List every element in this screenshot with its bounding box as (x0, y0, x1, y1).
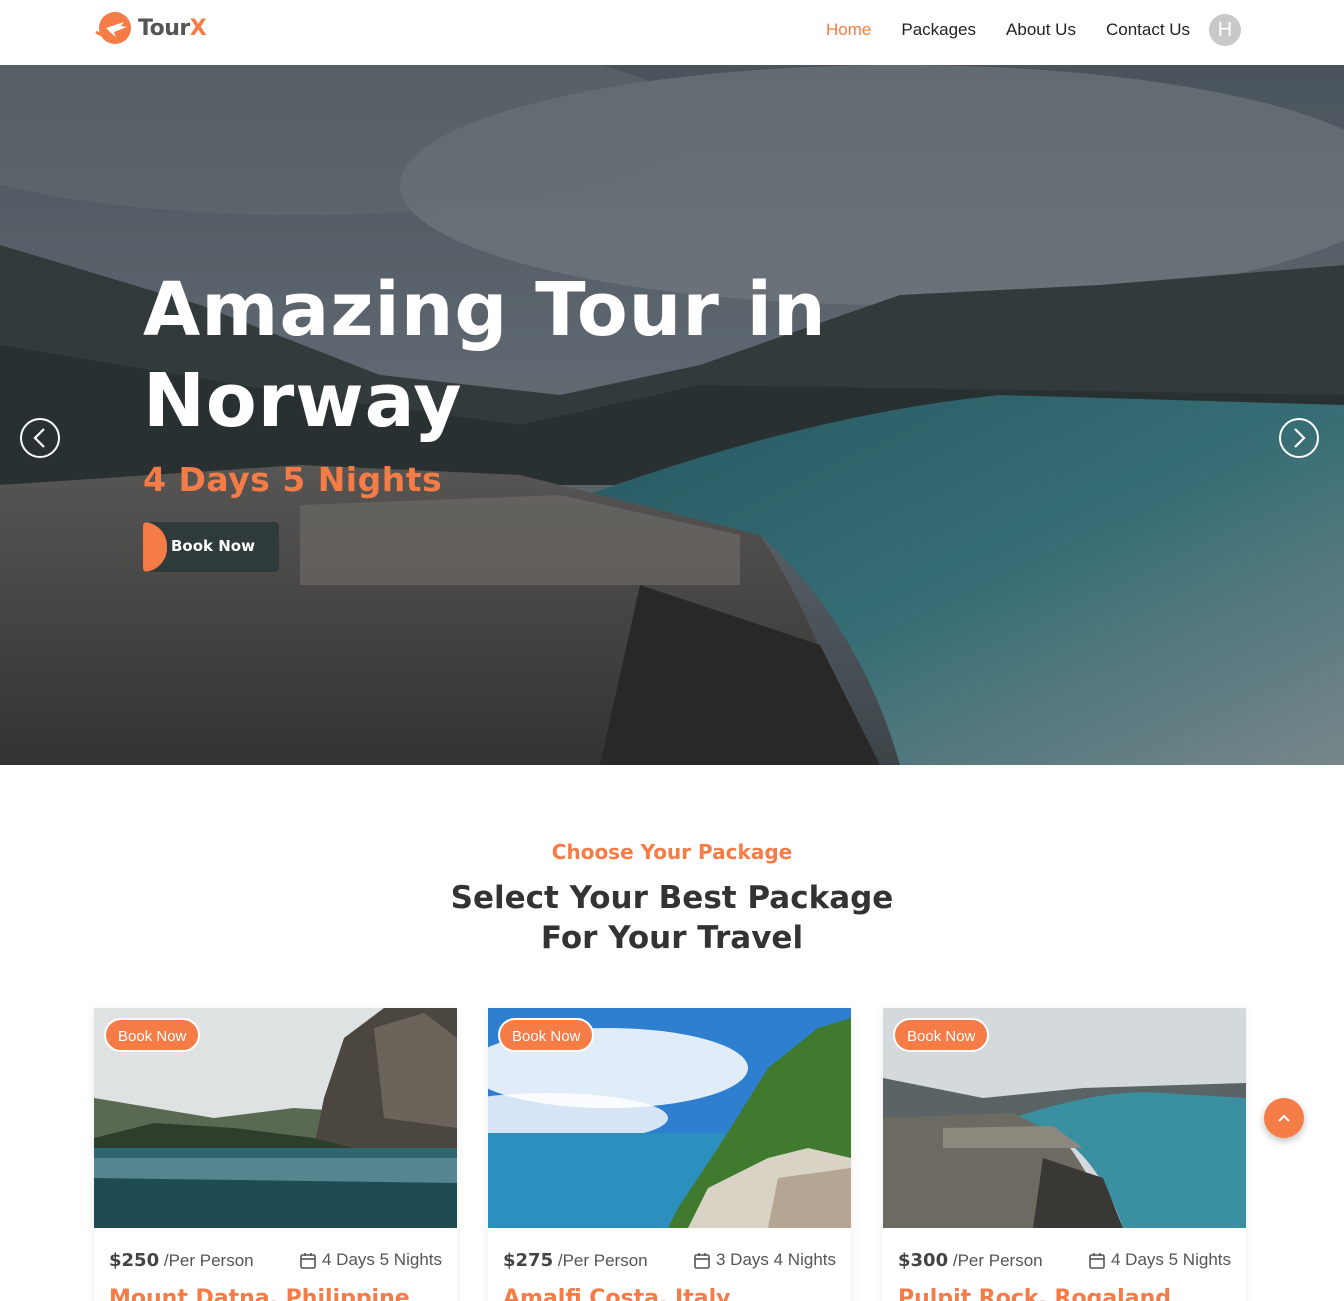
package-duration: 4 Days 5 Nights (1089, 1250, 1231, 1270)
package-duration: 3 Days 4 Nights (694, 1250, 836, 1270)
hero-book-now-label: Book Now (171, 537, 255, 555)
plane-logo-icon (94, 10, 134, 46)
package-price: $300 /Per Person (898, 1250, 1043, 1271)
main-menu: Home Packages About Us Contact Us (826, 19, 1220, 41)
slider-next-button[interactable] (1279, 418, 1319, 458)
packages-title-line1: Select Your Best Package (450, 880, 894, 916)
hero-subtitle: 4 Days 5 Nights (143, 460, 443, 499)
chevron-right-icon (1294, 428, 1306, 448)
hero-book-now-button[interactable]: Book Now (143, 522, 279, 572)
package-card[interactable]: Book Now $250 /Per Person 4 Days 5 Night… (94, 1008, 457, 1301)
package-card[interactable]: Book Now $300 /Per Person 4 Days 5 Night… (883, 1008, 1246, 1301)
packages-title: Select Your Best Package For Your Travel (0, 878, 1344, 958)
package-duration: 4 Days 5 Nights (300, 1250, 442, 1270)
packages-kicker: Choose Your Package (551, 840, 793, 864)
scroll-to-top-button[interactable] (1264, 1098, 1304, 1138)
book-now-badge[interactable]: Book Now (893, 1018, 990, 1052)
nav-packages-link[interactable]: Packages (901, 19, 976, 41)
button-accent (143, 522, 167, 572)
calendar-icon (300, 1252, 316, 1269)
chevron-left-icon (33, 428, 45, 448)
slider-prev-button[interactable] (20, 418, 60, 458)
chevron-up-icon (1278, 1114, 1290, 1122)
brand-logo[interactable]: TourX (94, 10, 207, 46)
nav-about-link[interactable]: About Us (1006, 19, 1076, 41)
navbar: TourX Home Packages About Us Contact Us … (0, 0, 1344, 65)
nav-home-link[interactable]: Home (826, 19, 871, 41)
package-price: $250 /Per Person (109, 1250, 254, 1271)
package-price: $275 /Per Person (503, 1250, 648, 1271)
nav-contact-link[interactable]: Contact Us (1106, 19, 1190, 41)
book-now-badge[interactable]: Book Now (498, 1018, 595, 1052)
package-name[interactable]: Amalfi Costa, Italy (503, 1286, 730, 1301)
packages-title-line2: For Your Travel (540, 920, 804, 956)
hero-title: Amazing Tour in Norway (143, 267, 827, 444)
hero-slider: Amazing Tour in Norway 4 Days 5 Nights B… (0, 65, 1344, 765)
package-name[interactable]: Pulpit Rock, Rogaland (898, 1286, 1171, 1301)
user-avatar[interactable]: H (1209, 14, 1241, 46)
brand-name: TourX (138, 15, 207, 41)
calendar-icon (694, 1252, 710, 1269)
book-now-badge[interactable]: Book Now (104, 1018, 201, 1052)
package-card[interactable]: Book Now $275 /Per Person 3 Days 4 Night… (488, 1008, 851, 1301)
package-name[interactable]: Mount Datna, Philippine (109, 1286, 410, 1301)
calendar-icon (1089, 1252, 1105, 1269)
